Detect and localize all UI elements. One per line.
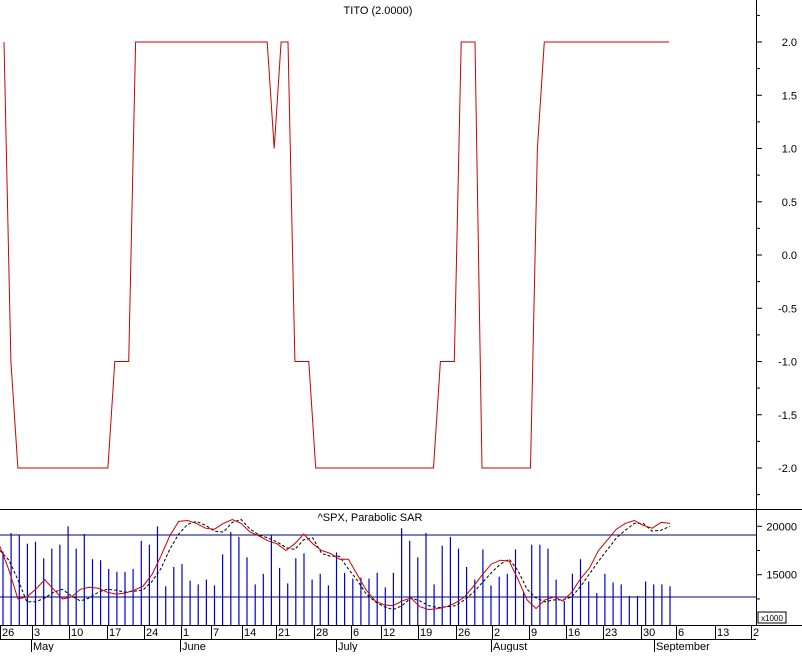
- x-axis-day-label: 30: [643, 627, 655, 639]
- spx-y-tick-label: 15000: [766, 570, 797, 582]
- tito-y-tick-label: -0.5: [778, 303, 797, 315]
- x-axis-day-label: 26: [458, 627, 470, 639]
- tito-y-tick-label: 0.0: [782, 250, 797, 262]
- x-axis-day-label: 9: [531, 627, 537, 639]
- tito-y-tick-label: 1.0: [782, 144, 797, 156]
- x-axis-day-label: 3: [34, 627, 40, 639]
- x-axis-day-label: 13: [717, 627, 729, 639]
- x-axis-day-label: 6: [353, 627, 359, 639]
- x-axis-day-label: 6: [678, 627, 684, 639]
- x-axis-day-label: 7: [213, 627, 219, 639]
- x-axis-month-label: August: [493, 641, 527, 652]
- x-axis-day-label: 23: [605, 627, 617, 639]
- x-axis-month-label: May: [33, 641, 54, 652]
- spx-y-tick-label: 20000: [766, 521, 797, 533]
- chart-window: TITO (2.0000) 2.0 1.5 1.0 0.5 0.0 -0.5 -1.0 -1.…: [0, 0, 802, 653]
- x-axis-day-label: 19: [420, 627, 432, 639]
- x-axis-day-label: 28: [316, 627, 328, 639]
- x-axis-day-label: 14: [244, 627, 256, 639]
- x-axis-day-label: 10: [71, 627, 83, 639]
- tito-y-tick-label: -2.0: [778, 463, 797, 475]
- x-axis-day-label: 12: [383, 627, 395, 639]
- tito-y-tick-label: 1.5: [782, 90, 797, 102]
- x-axis-month-label: July: [338, 641, 358, 652]
- tito-y-tick-label: -1.5: [778, 410, 797, 422]
- tito-title: TITO (2.0000): [344, 5, 413, 17]
- x-axis-day-label: 21: [278, 627, 290, 639]
- x-axis-day-label: 17: [109, 627, 121, 639]
- x-axis-month-label: September: [656, 641, 710, 652]
- x-axis-day-label: 1: [183, 627, 189, 639]
- x-axis-month-label: June: [182, 641, 206, 652]
- tito-y-tick-label: 2.0: [782, 37, 797, 49]
- unit-label: x1000: [761, 614, 783, 623]
- x-axis-day-label: 26: [2, 627, 14, 639]
- tito-y-tick-label: -1.0: [778, 357, 797, 369]
- spx-title: ^SPX, Parabolic SAR: [318, 512, 423, 524]
- tito-y-tick-label: 0.5: [782, 197, 797, 209]
- x-axis-day-label: 16: [568, 627, 580, 639]
- x-axis-day-label: 24: [146, 627, 158, 639]
- x-axis-day-label: 2: [753, 627, 759, 639]
- x-axis-day-label: 2: [494, 627, 500, 639]
